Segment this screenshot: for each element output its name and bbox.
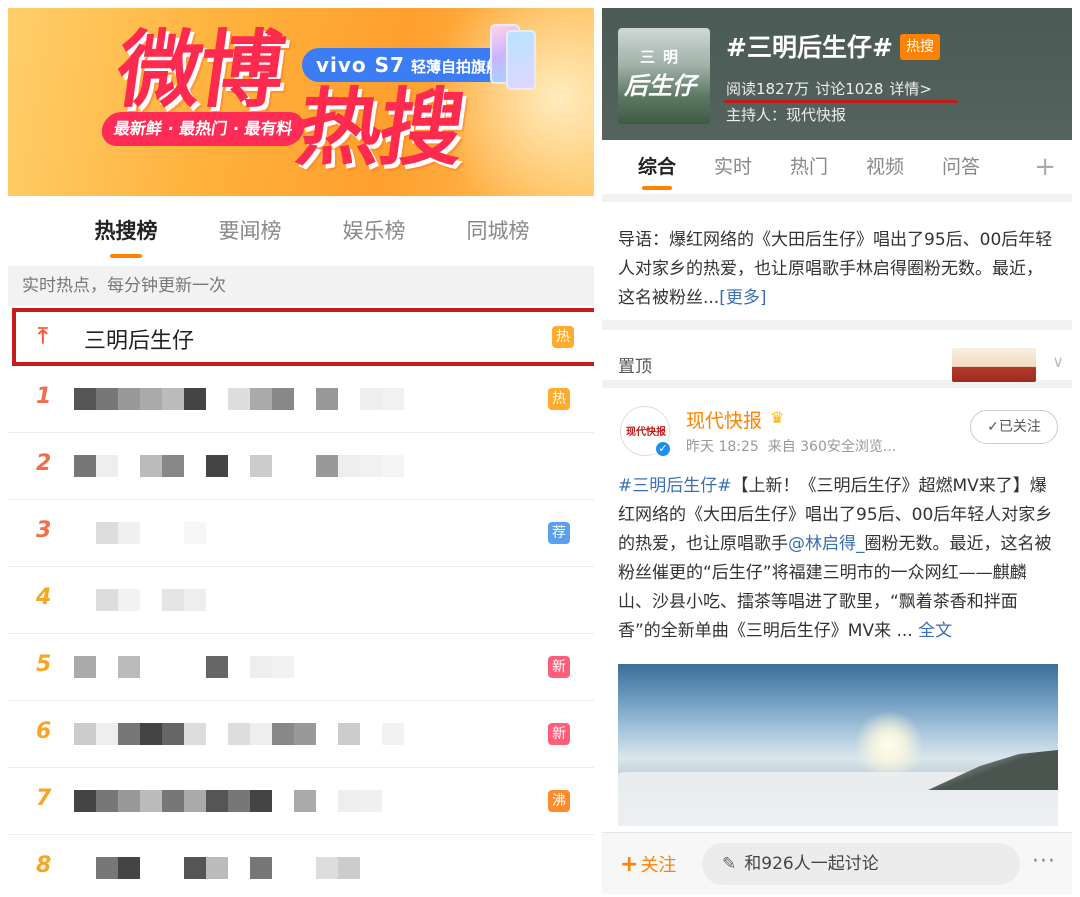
sun-glare	[854, 710, 924, 780]
tab-qa[interactable]: 问答	[942, 140, 980, 194]
tab-entertainment[interactable]: 娱乐榜	[312, 196, 436, 266]
rank-row[interactable]: 6新	[8, 701, 594, 768]
tab-local[interactable]: 同城榜	[436, 196, 560, 266]
topic-lead: 导语：爆红网络的《大田后生仔》唱出了95后、00后年轻人对家乡的热爱，也让原唱歌…	[602, 210, 1072, 330]
rank-row[interactable]: 1热	[8, 366, 594, 433]
topic-stats: 阅读1827万 讨论1028 详情>	[726, 78, 938, 99]
blurred-title	[74, 455, 404, 479]
topic-discussions: 讨论1028	[815, 80, 884, 98]
realtime-hint: 实时热点，每分钟更新一次	[8, 266, 594, 306]
mountain-silhouette	[928, 750, 1058, 790]
rank-badge: 沸	[548, 790, 570, 812]
weibo-post: 现代快报 ✓ 现代快报 ♛ 昨天 18:25 来自 360安全浏览... ✓已关…	[602, 396, 1072, 846]
vip-crown-icon: ♛	[770, 408, 785, 427]
thumb-text-1: 三明	[640, 48, 687, 66]
rank-badge: 荐	[548, 522, 570, 544]
topic-hot-badge: 热搜	[900, 34, 940, 60]
topic-header: 三明 后生仔 #三明后生仔# 热搜 阅读1827万 讨论1028 详情> 主持人：现…	[602, 8, 1072, 140]
topic-page: 三明 后生仔 #三明后生仔# 热搜 阅读1827万 讨论1028 详情> 主持人：现…	[602, 8, 1072, 894]
banner-slogan: 最新鲜 · 最热门 · 最有料	[99, 112, 307, 146]
rank-row[interactable]: 2	[8, 433, 594, 500]
chevron-down-icon[interactable]: ∨	[1052, 352, 1064, 371]
tab-news[interactable]: 要闻榜	[188, 196, 312, 266]
rank-badge: 新	[548, 656, 570, 678]
rank-number: 2	[36, 451, 52, 476]
hot-search-panel: 微博 热搜 vivo S7 轻薄自拍旗舰 最新鲜 · 最热门 · 最有料 热搜榜 …	[8, 8, 594, 894]
blurred-title	[74, 723, 404, 747]
blurred-title	[74, 589, 404, 613]
post-mention[interactable]: @林启得_	[788, 534, 865, 554]
blurred-title	[74, 656, 404, 680]
rank-number: 3	[36, 518, 52, 543]
topic-reads: 阅读1827万	[726, 80, 810, 98]
post-meta: 昨天 18:25 来自 360安全浏览...	[686, 436, 896, 456]
promo-brand: vivo S7	[316, 53, 405, 77]
tab-hot-search[interactable]: 热搜榜	[64, 196, 188, 266]
hot-search-banner[interactable]: 微博 热搜 vivo S7 轻薄自拍旗舰 最新鲜 · 最热门 · 最有料	[8, 8, 594, 196]
rank-row[interactable]: 7沸	[8, 768, 594, 835]
topic-host[interactable]: 主持人：现代快报	[726, 104, 846, 125]
topic-tabs: 综合 实时 热门 视频 问答 +	[602, 140, 1072, 202]
active-tab-indicator	[642, 186, 672, 190]
lead-text: 导语：爆红网络的《大田后生仔》唱出了95后、00后年轻人对家乡的热爱，也让原唱歌…	[618, 230, 1053, 308]
plus-icon: +	[620, 852, 639, 877]
post-full-text-link[interactable]: 全文	[918, 621, 952, 641]
bottom-action-bar: + 关注 ✎ 和926人一起讨论 ···	[602, 832, 1072, 894]
pinned-hot-item[interactable]: ⤒ 三明后生仔 热	[12, 308, 594, 366]
pinned-section-header: 置顶 ∨	[602, 340, 1072, 388]
rank-row[interactable]: 4	[8, 567, 594, 634]
pinned-title: 三明后生仔	[84, 329, 195, 354]
phone-image-2	[506, 30, 536, 90]
pin-up-arrow-icon: ⤒	[38, 324, 48, 349]
red-underline-annotation	[724, 100, 958, 103]
promo-text: 轻薄自拍旗舰	[410, 58, 501, 76]
blurred-title	[74, 790, 404, 814]
rank-number: 8	[36, 853, 52, 878]
discuss-input[interactable]: ✎ 和926人一起讨论	[702, 843, 1020, 885]
post-source: 来自 360安全浏览...	[767, 439, 897, 455]
rank-row[interactable]: 5新	[8, 634, 594, 701]
follow-label: 关注	[640, 855, 677, 876]
rank-number: 6	[36, 719, 52, 744]
banner-promo[interactable]: vivo S7 轻薄自拍旗舰	[302, 48, 515, 82]
following-button[interactable]: ✓已关注	[970, 410, 1058, 444]
banner-title-weibo: 微博	[111, 21, 289, 119]
edit-icon: ✎	[722, 854, 737, 874]
tab-popular[interactable]: 热门	[790, 140, 828, 194]
rank-row[interactable]: 3荐	[8, 500, 594, 567]
more-options-icon[interactable]: ···	[1032, 849, 1056, 874]
verified-icon: ✓	[654, 440, 672, 458]
post-image[interactable]	[618, 664, 1058, 826]
thumb-text-2: 后生仔	[624, 72, 696, 100]
post-author[interactable]: 现代快报	[686, 406, 762, 433]
rank-number: 1	[36, 384, 52, 409]
great-wall-decoration	[952, 348, 1036, 382]
discuss-label: 和926人一起讨论	[744, 854, 879, 874]
ranking-tabs: 热搜榜 要闻榜 娱乐榜 同城榜	[8, 196, 594, 266]
tab-video[interactable]: 视频	[866, 140, 904, 194]
topic-thumbnail[interactable]: 三明 后生仔	[618, 28, 710, 124]
blurred-title	[74, 522, 404, 546]
tab-realtime[interactable]: 实时	[714, 140, 752, 194]
blurred-title	[74, 388, 404, 412]
hot-badge: 热	[552, 326, 574, 348]
pinned-label: 置顶	[618, 357, 652, 377]
post-hashtag[interactable]: #三明后生仔#	[618, 476, 732, 496]
rank-number: 7	[36, 786, 52, 811]
avatar-text: 现代快报	[626, 427, 666, 438]
follow-topic-button[interactable]: + 关注	[620, 851, 676, 877]
rank-number: 4	[36, 585, 52, 610]
topic-title: #三明后生仔#	[726, 33, 893, 62]
topic-details-link[interactable]: 详情>	[889, 80, 932, 98]
rank-row[interactable]: 8	[8, 835, 594, 894]
lead-more-link[interactable]: [更多]	[719, 288, 766, 308]
add-tab-icon[interactable]: +	[1034, 140, 1056, 194]
rank-badge: 新	[548, 723, 570, 745]
post-body: #三明后生仔#【上新！《三明后生仔》超燃MV来了】爆红网络的《大田后生仔》唱出了…	[618, 472, 1060, 646]
blurred-title	[74, 857, 404, 881]
post-time: 昨天 18:25	[686, 439, 759, 455]
rank-badge: 热	[548, 388, 570, 410]
rank-number: 5	[36, 652, 52, 677]
banner-title-resou: 热搜	[291, 79, 469, 177]
